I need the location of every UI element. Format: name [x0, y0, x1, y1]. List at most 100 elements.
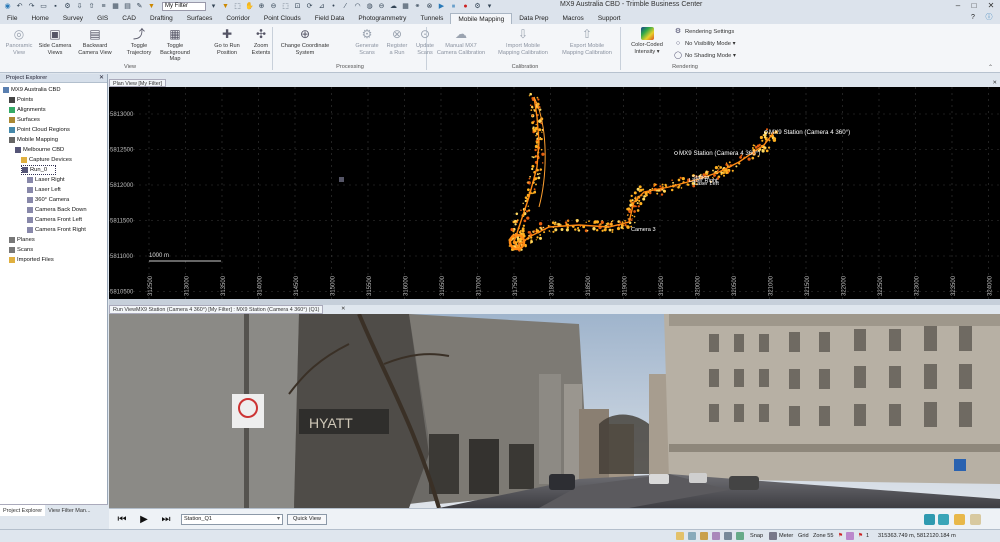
tab-macros[interactable]: Macros — [556, 13, 591, 24]
minus-icon[interactable]: ⊖ — [377, 2, 386, 11]
side-camera-views-button[interactable]: ▣ Side Camera Views — [38, 27, 72, 56]
settings-icon[interactable]: ⚙ — [63, 2, 72, 11]
tree-item[interactable]: Laser Left — [27, 185, 61, 195]
tree-item[interactable]: Camera Back Down — [27, 205, 87, 215]
view-icon[interactable]: ▦ — [111, 2, 120, 11]
zoom-extents-button[interactable]: ✣ Zoom Extents — [244, 27, 278, 56]
quick-view-button[interactable]: Quick View — [287, 514, 327, 525]
tree-item[interactable]: Run_0 — [21, 165, 57, 175]
redo-icon[interactable]: ↷ — [27, 2, 36, 11]
backward-camera-view-button[interactable]: ▤ Backward Camera View — [78, 27, 112, 56]
filter-icon[interactable]: ▼ — [147, 2, 156, 11]
globe-icon[interactable]: ◍ — [365, 2, 374, 11]
settings-view-icon[interactable] — [970, 514, 981, 525]
plan-view-tab[interactable]: Plan View [My Filter] — [109, 79, 167, 87]
tree-item[interactable]: Points — [9, 95, 33, 105]
camera-view-icon[interactable] — [924, 514, 935, 525]
zoom-in-icon[interactable]: ⊕ — [257, 2, 266, 11]
station-select[interactable]: Station_Q1 ▾ — [181, 514, 283, 525]
visibility-mode-dropdown[interactable]: ○ No Visibility Mode ▾ — [674, 40, 736, 48]
manual-mx7-calibration-button[interactable]: ☁ Manual MX7 Camera Calibration — [430, 27, 492, 56]
tree-item[interactable]: Imported Files — [9, 255, 54, 265]
folder-view-icon[interactable] — [954, 514, 965, 525]
close-icon[interactable]: ✕ — [983, 0, 999, 12]
zone-indicator[interactable]: Zone 55 — [813, 530, 834, 542]
grid-icon[interactable]: ▤ — [123, 2, 132, 11]
tab-gis[interactable]: GIS — [90, 13, 115, 24]
target-icon[interactable]: ⊗ — [425, 2, 434, 11]
color-coded-intensity-button[interactable]: Color-Coded Intensity ▾ — [624, 27, 670, 55]
tree-item[interactable]: Laser Right — [27, 175, 65, 185]
pause-icon[interactable]: ⏸ — [449, 2, 458, 11]
tab-surfaces[interactable]: Surfaces — [180, 13, 220, 24]
station-marker[interactable] — [674, 151, 678, 155]
project-explorer-tab[interactable]: Project Explorer — [0, 505, 46, 516]
filter-dropdown-icon[interactable]: ▾ — [209, 2, 218, 11]
grid-toggle-icon[interactable]: ▦ — [401, 2, 410, 11]
status-measure-icon[interactable] — [724, 532, 732, 540]
play-run-icon[interactable]: ▶ — [137, 513, 151, 526]
stop-icon[interactable]: ● — [461, 2, 470, 11]
tab-point-clouds[interactable]: Point Clouds — [257, 13, 308, 24]
status-layers-icon[interactable] — [700, 532, 708, 540]
select-icon[interactable]: ⬚ — [233, 2, 242, 11]
open-icon[interactable]: ▭ — [39, 2, 48, 11]
link-icon[interactable]: ⚭ — [413, 2, 422, 11]
measure-icon[interactable]: ⊿ — [317, 2, 326, 11]
run-view-tab[interactable]: Run ViewMX9 Station (Camera 4 360°) [My … — [109, 305, 324, 314]
status-grid-icon[interactable] — [712, 532, 720, 540]
tree-item[interactable]: Scans — [9, 245, 33, 255]
flag-icon[interactable]: ⚑ — [838, 530, 843, 542]
panoramic-view-button[interactable]: ◎ Panoramic View — [2, 27, 36, 56]
line-icon[interactable]: ⁄ — [341, 2, 350, 11]
go-to-run-position-button[interactable]: ✚ Go to Run Position — [210, 27, 244, 56]
save-icon[interactable]: ▪ — [51, 2, 60, 11]
tree-item[interactable]: Melbourne CBD — [15, 145, 64, 155]
cad-icon[interactable]: ✎ — [135, 2, 144, 11]
zoom-extents-icon[interactable]: ⊡ — [293, 2, 302, 11]
zoom-out-icon[interactable]: ⊖ — [269, 2, 278, 11]
run-view-tab-close-icon[interactable]: ✕ — [341, 305, 346, 314]
tools-icon[interactable]: ⚙ — [473, 2, 482, 11]
play-icon[interactable]: ▶ — [437, 2, 446, 11]
shading-mode-dropdown[interactable]: ◯ No Shading Mode ▾ — [674, 52, 736, 60]
undo-icon[interactable]: ↶ — [15, 2, 24, 11]
collapse-ribbon-icon[interactable]: ⌃ — [988, 64, 993, 71]
tab-survey[interactable]: Survey — [56, 13, 90, 24]
filter-select[interactable]: My Filter — [162, 1, 206, 11]
import-mobile-mapping-calibration-button[interactable]: ⇩ Import Mobile Mapping Calibration — [492, 27, 554, 56]
tree-item[interactable]: Camera Front Left — [27, 215, 82, 225]
tab-corridor[interactable]: Corridor — [219, 13, 256, 24]
tree-item[interactable]: Point Cloud Regions — [9, 125, 70, 135]
status-lock-icon[interactable] — [676, 532, 684, 540]
point-icon[interactable]: • — [329, 2, 338, 11]
export-icon[interactable]: ⇧ — [87, 2, 96, 11]
zoom-window-icon[interactable]: ⬚ — [281, 2, 290, 11]
panel-close-icon[interactable]: ✕ — [99, 74, 104, 83]
tree-item[interactable]: Planes — [9, 235, 35, 245]
status-target-icon[interactable] — [736, 532, 744, 540]
export-mobile-mapping-calibration-button[interactable]: ⇧ Export Mobile Mapping Calibration — [556, 27, 618, 56]
cloud-icon[interactable]: ☁ — [389, 2, 398, 11]
plan-view-close-icon[interactable]: ✕ — [992, 79, 997, 87]
tab-file[interactable]: File — [0, 13, 24, 24]
snap-toggle[interactable]: Snap — [750, 530, 763, 542]
plan-view-canvas[interactable]: 312500 313000 313500 314000 314500 315000 3155… — [109, 87, 1000, 299]
tree-item[interactable]: Mobile Mapping — [9, 135, 58, 145]
tab-photogrammetry[interactable]: Photogrammetry — [351, 13, 413, 24]
more-icon[interactable]: ▾ — [485, 2, 494, 11]
image-view-icon[interactable] — [938, 514, 949, 525]
import-icon[interactable]: ⇩ — [75, 2, 84, 11]
run-view-panorama[interactable]: HYATT — [109, 314, 1000, 508]
minimize-icon[interactable]: – — [950, 0, 966, 12]
alert-icon[interactable]: ⚑ — [858, 530, 863, 542]
tree-item[interactable]: Alignments — [9, 105, 46, 115]
tree-item[interactable]: Capture Devices — [21, 155, 72, 165]
rendering-settings-button[interactable]: ⚙ Rendering Settings — [674, 28, 734, 36]
tab-drafting[interactable]: Drafting — [143, 13, 180, 24]
change-coordinate-system-button[interactable]: ⊕ Change Coordinate System — [276, 27, 334, 56]
tree-item[interactable]: Surfaces — [9, 115, 40, 125]
tab-home[interactable]: Home — [24, 13, 55, 24]
arc-icon[interactable]: ◠ — [353, 2, 362, 11]
next-station-icon[interactable]: ⏭ — [159, 513, 173, 526]
